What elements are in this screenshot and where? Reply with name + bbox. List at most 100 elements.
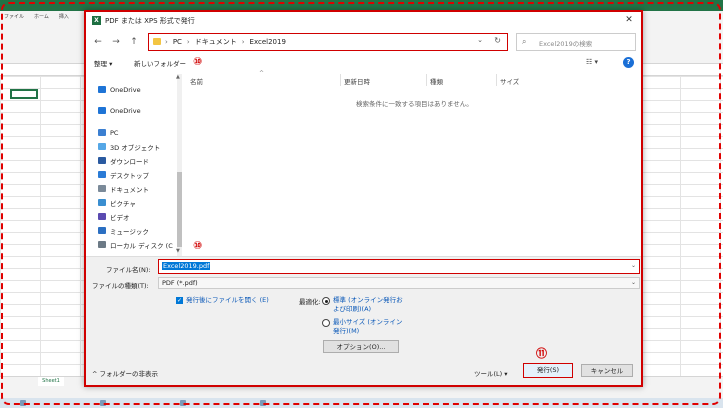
breadcrumb-separator: › xyxy=(165,38,168,46)
column-header-name[interactable]: 名前 xyxy=(190,76,203,86)
nav-item[interactable]: ネットワーク xyxy=(98,253,149,254)
chevron-down-icon[interactable]: ⌄ xyxy=(477,36,483,44)
computer-icon xyxy=(98,129,106,136)
search-icon: ⌕ xyxy=(522,37,527,46)
nav-item-label: PC xyxy=(110,128,119,137)
chevron-down-icon[interactable]: ⌄ xyxy=(631,279,636,286)
excel-tab-file[interactable]: ファイル xyxy=(4,13,24,20)
optimize-minimum-label[interactable]: 最小サイズ (オンライン発行)(M) xyxy=(333,318,403,336)
dialog-title: PDF または XPS 形式で発行 xyxy=(105,17,195,25)
forward-button[interactable]: → xyxy=(110,36,122,48)
back-button[interactable]: ← xyxy=(92,36,104,48)
view-options-button[interactable]: ☷ ▾ xyxy=(586,58,598,66)
open-after-publish-label[interactable]: 発行後にファイルを開く (E) xyxy=(186,296,306,305)
excel-tab-home[interactable]: ホーム xyxy=(34,13,49,20)
nav-item-label: OneDrive xyxy=(110,106,141,115)
file-name-label: ファイル名(N): xyxy=(106,266,151,274)
annotation-marker-11: ⑪ xyxy=(536,347,547,360)
breadcrumb-excel2019[interactable]: Excel2019 xyxy=(250,38,286,46)
scroll-down-icon[interactable]: ▼ xyxy=(176,248,180,254)
optimize-label: 最適化: xyxy=(299,298,321,306)
nav-item[interactable]: OneDrive xyxy=(98,105,141,116)
nav-item[interactable]: ローカル ディスク (C xyxy=(98,239,173,250)
nav-item-label: OneDrive xyxy=(110,85,141,94)
download-icon xyxy=(98,157,106,164)
excel-tab-insert[interactable]: 挿入 xyxy=(59,13,69,20)
cancel-button[interactable]: キャンセル xyxy=(581,364,633,377)
dialog-titlebar: X PDF または XPS 形式で発行 ✕ xyxy=(86,12,641,30)
close-button[interactable]: ✕ xyxy=(623,14,635,26)
desktop-icon xyxy=(98,171,106,178)
column-separator[interactable] xyxy=(340,74,341,86)
nav-item-label: ビデオ xyxy=(110,213,130,222)
nav-item[interactable]: 3D オブジェクト xyxy=(98,141,160,152)
search-input[interactable]: ⌕ Excel2019の検索 xyxy=(516,33,636,51)
nav-item[interactable]: ピクチャ xyxy=(98,197,136,208)
file-type-value: PDF (*.pdf) xyxy=(162,279,198,287)
help-button[interactable]: ? xyxy=(623,57,634,68)
navigation-pane: OneDrive OneDrive PC 3D オブジェクト ダウンロード デスクトップド… xyxy=(92,74,177,254)
tools-button[interactable]: ツール(L) ▾ xyxy=(474,368,508,378)
excel-selected-cell xyxy=(10,89,38,99)
column-header-size[interactable]: サイズ xyxy=(500,76,519,86)
excel-icon: X xyxy=(92,16,101,25)
annotation-marker-10: ⑩ xyxy=(193,55,203,68)
organize-button[interactable]: 整理 ▾ xyxy=(94,58,112,68)
music-icon xyxy=(98,227,106,234)
annotation-marker-10: ⑩ xyxy=(193,239,203,252)
publish-button[interactable]: 発行(S) xyxy=(523,363,573,378)
nav-item-label: デスクトップ xyxy=(110,171,149,180)
breadcrumb-documents[interactable]: ドキュメント xyxy=(195,37,237,47)
column-separator[interactable] xyxy=(426,74,427,86)
open-after-publish-checkbox[interactable]: ✓ xyxy=(176,297,183,304)
breadcrumb-pc[interactable]: PC xyxy=(173,38,182,46)
refresh-icon[interactable]: ↻ xyxy=(494,36,501,45)
breadcrumb-separator: › xyxy=(186,38,190,46)
cube-icon xyxy=(98,143,106,150)
document-icon xyxy=(98,185,106,192)
optimize-standard-label[interactable]: 標準 (オンライン発行および印刷)(A) xyxy=(333,296,403,314)
nav-item[interactable]: OneDrive xyxy=(98,84,141,95)
taskbar-icon[interactable] xyxy=(100,400,106,406)
nav-item[interactable]: ビデオ xyxy=(98,211,130,222)
chevron-down-icon[interactable]: ⌄ xyxy=(631,262,636,269)
cloud-icon xyxy=(98,86,106,93)
nav-item-label: ダウンロード xyxy=(110,157,149,166)
column-header-date[interactable]: 更新日時 xyxy=(344,76,370,86)
file-type-label: ファイルの種類(T): xyxy=(92,282,149,290)
column-separator[interactable] xyxy=(496,74,497,86)
disk-icon xyxy=(98,241,106,248)
excel-status-bar xyxy=(0,388,723,398)
taskbar-icon[interactable] xyxy=(180,400,186,406)
nav-item-label: ローカル ディスク (C xyxy=(110,241,173,250)
optimize-minimum-radio[interactable] xyxy=(322,319,330,327)
column-header-type[interactable]: 種類 xyxy=(430,76,443,86)
optimize-standard-radio[interactable] xyxy=(322,297,330,305)
nav-item-label: ミュージック xyxy=(110,227,149,236)
empty-results-message: 検索条件に一致する項目はありません。 xyxy=(356,100,473,108)
nav-item[interactable]: PC xyxy=(98,127,118,138)
scroll-up-icon[interactable]: ▲ xyxy=(176,74,180,80)
taskbar-icon[interactable] xyxy=(20,400,26,406)
nav-item[interactable]: デスクトップ xyxy=(98,169,149,180)
file-name-field[interactable]: Excel2019.pdf ⌄ xyxy=(158,259,640,274)
nav-item[interactable]: ミュージック xyxy=(98,225,149,236)
excel-sheet-tab[interactable]: Sheet1 xyxy=(38,377,64,386)
cloud-icon xyxy=(98,107,106,114)
nav-scrollbar-thumb[interactable] xyxy=(177,172,182,247)
video-icon xyxy=(98,213,106,220)
file-type-select[interactable]: PDF (*.pdf) ⌄ xyxy=(158,277,640,289)
nav-item-label: 3D オブジェクト xyxy=(110,143,161,152)
folder-icon xyxy=(153,38,161,45)
options-button[interactable]: オプション(O)... xyxy=(323,340,399,353)
publish-pdf-dialog: X PDF または XPS 形式で発行 ✕ ← → ↑ › PC › ドキュメン… xyxy=(84,10,643,387)
new-folder-button[interactable]: 新しいフォルダー xyxy=(134,58,186,68)
taskbar-icon[interactable] xyxy=(260,400,266,406)
nav-item[interactable]: ドキュメント xyxy=(98,183,149,194)
nav-item-label: ドキュメント xyxy=(110,185,149,194)
address-bar[interactable]: › PC › ドキュメント › Excel2019 ⌄ ↻ xyxy=(148,33,508,51)
taskbar xyxy=(0,398,723,408)
hide-folders-toggle[interactable]: ^ フォルダーの非表示 xyxy=(92,368,158,378)
nav-item[interactable]: ダウンロード xyxy=(98,155,149,166)
up-button[interactable]: ↑ xyxy=(128,36,140,48)
